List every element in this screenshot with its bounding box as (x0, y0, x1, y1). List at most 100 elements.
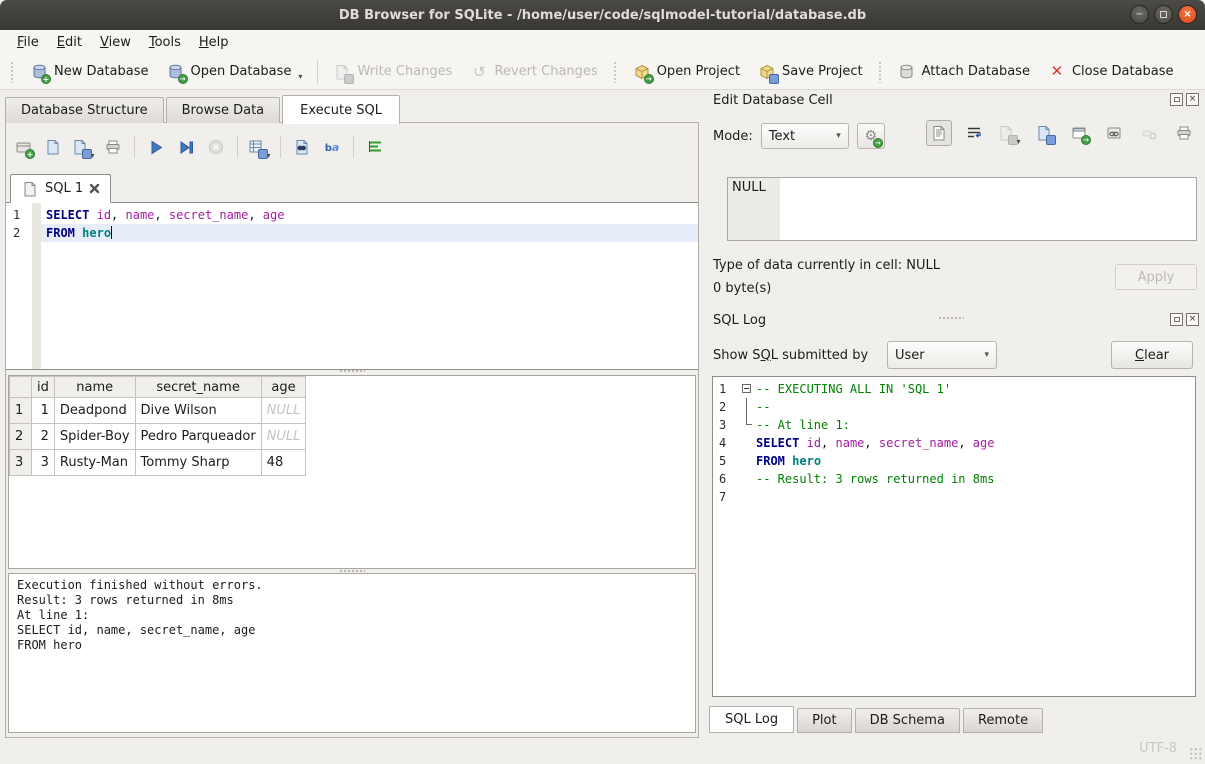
log-filter-select[interactable]: User ▾ (887, 341, 997, 369)
column-header-id[interactable]: id (32, 377, 55, 398)
results-corner-cell[interactable] (10, 377, 32, 398)
menu-edit[interactable]: Edit (48, 33, 91, 52)
revert-changes-button[interactable]: ↺Revert Changes (461, 59, 606, 85)
results-table[interactable]: idnamesecret_nameage11DeadpondDive Wilso… (9, 376, 306, 476)
mode-select[interactable]: Text ▾ (761, 123, 849, 149)
text-mode-button[interactable] (926, 120, 952, 146)
table-cell[interactable]: Spider-Boy (54, 424, 135, 450)
column-header-name[interactable]: name (54, 377, 135, 398)
print-cell-button[interactable] (1171, 120, 1197, 146)
row-header[interactable]: 3 (10, 450, 32, 476)
open-project-button[interactable]: →Open Project (624, 59, 749, 85)
log-line-number: 1 (713, 380, 739, 398)
fold-marker (739, 470, 754, 488)
toolbar-separator (353, 136, 354, 158)
table-cell[interactable]: Deadpond (54, 398, 135, 424)
table-cell[interactable]: 48 (261, 450, 306, 476)
menu-tools[interactable]: Tools (140, 33, 190, 52)
open-database-button[interactable]: →Open Database▾ (158, 59, 312, 85)
sql-editor-tab[interactable]: SQL 1 (10, 174, 111, 203)
open-in-external-button[interactable]: → (1066, 120, 1092, 146)
float-dock-icon[interactable] (1170, 93, 1183, 106)
close-database-button[interactable]: ✕Close Database (1039, 59, 1183, 85)
open-database-icon: → (167, 63, 185, 81)
set-null-button[interactable] (1136, 120, 1162, 146)
table-row[interactable]: 22Spider-BoyPedro ParqueadorNULL (10, 424, 306, 450)
new-database-button[interactable]: +New Database (21, 59, 158, 85)
table-cell[interactable]: NULL (261, 424, 306, 450)
close-sql-tab-icon[interactable] (89, 183, 100, 194)
fold-marker[interactable] (739, 416, 754, 434)
apply-button[interactable]: Apply (1115, 264, 1197, 290)
splitter-handle[interactable] (339, 369, 365, 374)
import-data-button[interactable]: ▾ (996, 120, 1022, 146)
menu-help[interactable]: Help (190, 33, 238, 52)
table-row[interactable]: 11DeadpondDive WilsonNULL (10, 398, 306, 424)
table-cell[interactable]: 1 (32, 398, 55, 424)
save-sql-file-button[interactable]: ▾ (70, 134, 96, 160)
table-cell[interactable]: Pedro Parqueador (135, 424, 261, 450)
export-data-icon (1035, 124, 1053, 142)
table-cell[interactable]: Tommy Sharp (135, 450, 261, 476)
find-replace-icon: ba (323, 138, 341, 156)
dock-tab-sql-log[interactable]: SQL Log (709, 706, 794, 733)
clear-log-button[interactable]: Clear (1111, 341, 1193, 369)
menu-file[interactable]: File (8, 33, 48, 52)
close-icon[interactable]: × (1178, 5, 1197, 24)
tab-execute-sql[interactable]: Execute SQL (282, 95, 400, 124)
dock-tab-remote[interactable]: Remote (963, 708, 1043, 733)
execute-all-button[interactable] (143, 134, 169, 160)
find-button[interactable] (289, 134, 315, 160)
copy-link-button[interactable] (1101, 120, 1127, 146)
word-wrap-button[interactable] (961, 120, 987, 146)
table-row[interactable]: 33Rusty-ManTommy Sharp48 (10, 450, 306, 476)
format-sql-button[interactable] (362, 134, 388, 160)
execute-current-line-button[interactable] (173, 134, 199, 160)
cell-type-text: Type of data currently in cell: NULL (713, 258, 940, 273)
resize-grip-icon[interactable] (1189, 747, 1202, 760)
table-cell[interactable]: 3 (32, 450, 55, 476)
dock-tab-plot[interactable]: Plot (797, 708, 852, 733)
tab-database-structure[interactable]: Database Structure (5, 97, 164, 123)
open-sql-file-button[interactable] (40, 134, 66, 160)
apply-settings-button[interactable]: ⚙→ (857, 123, 885, 149)
log-line-number: 4 (713, 434, 739, 452)
save-project-button[interactable]: Save Project (749, 59, 872, 85)
fold-collapse-icon[interactable] (742, 384, 751, 393)
log-filter-value: User (895, 348, 925, 363)
menu-view[interactable]: View (91, 33, 140, 52)
sql-editor[interactable]: 12 SELECT id, name, secret_name, ageFROM… (6, 203, 698, 370)
table-cell[interactable]: NULL (261, 398, 306, 424)
stop-execution-button[interactable] (203, 134, 229, 160)
row-header[interactable]: 2 (10, 424, 32, 450)
editor-code-area[interactable]: SELECT id, name, secret_name, ageFROM he… (41, 203, 698, 369)
column-header-age[interactable]: age (261, 377, 306, 398)
cell-value: NULL (728, 178, 780, 240)
find-replace-button[interactable]: ba (319, 134, 345, 160)
maximize-icon[interactable] (1154, 5, 1173, 24)
new-sql-tab-button[interactable]: + (10, 134, 36, 160)
attach-database-button[interactable]: Attach Database (889, 59, 1039, 85)
tab-browse-data[interactable]: Browse Data (166, 97, 281, 123)
write-changes-button[interactable]: Write Changes (324, 59, 461, 85)
chevron-down-icon[interactable]: ▾ (298, 72, 302, 81)
sql-log-view[interactable]: 1-- EXECUTING ALL IN 'SQL 1'2--3-- At li… (712, 376, 1196, 697)
dock-tab-db-schema[interactable]: DB Schema (855, 708, 960, 733)
close-dock-icon[interactable]: × (1186, 93, 1199, 106)
fold-marker[interactable] (739, 380, 754, 398)
save-results-view-button[interactable]: ▾ (246, 134, 272, 160)
table-cell[interactable]: 2 (32, 424, 55, 450)
column-header-secret-name[interactable]: secret_name (135, 377, 261, 398)
table-cell[interactable]: Dive Wilson (135, 398, 261, 424)
text-mode-icon (930, 124, 948, 142)
minimize-icon[interactable]: − (1130, 5, 1149, 24)
table-cell[interactable]: Rusty-Man (54, 450, 135, 476)
cell-editor[interactable]: NULL (727, 177, 1197, 241)
dock-splitter-handle[interactable] (938, 316, 964, 321)
row-header[interactable]: 1 (10, 398, 32, 424)
float-dock-icon[interactable] (1170, 313, 1183, 326)
export-data-button[interactable] (1031, 120, 1057, 146)
close-dock-icon[interactable]: × (1186, 313, 1199, 326)
print-sql-button[interactable] (100, 134, 126, 160)
fold-marker[interactable] (739, 398, 754, 416)
